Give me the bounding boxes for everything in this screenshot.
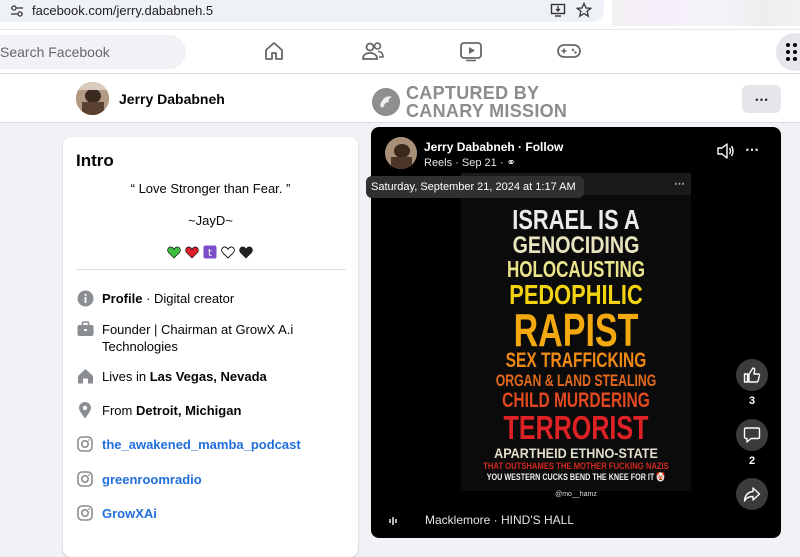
share-button[interactable]: [736, 478, 768, 510]
lives-in-link[interactable]: Las Vegas, Nevada: [150, 369, 267, 384]
detail-work-text: Founder | Chairman at GrowX A.i Technolo…: [102, 322, 294, 354]
watch-icon[interactable]: [457, 38, 485, 64]
friends-icon[interactable]: [359, 38, 387, 64]
poster-line: HOLOCAUSTING: [506, 256, 646, 282]
instagram-icon: [76, 504, 94, 522]
home-icon[interactable]: [260, 38, 288, 64]
reel-meta: Reels · Sep 21 · ⚭: [424, 156, 516, 169]
house-icon: [76, 367, 94, 385]
reel-more-button[interactable]: ⋯: [745, 141, 759, 158]
black-heart-icon: [239, 246, 253, 258]
reel-audio[interactable]: Macklemore · HIND'S HALL: [425, 513, 574, 527]
detail-profile: Profile · Digital creator: [76, 289, 346, 307]
white-heart-icon: [221, 246, 235, 259]
comment-count: 2: [748, 455, 756, 467]
detail-value: · Digital creator: [142, 291, 235, 306]
poster-line: THAT OUTSHAMES THE MOTHER FUCKING NAZIS: [483, 461, 669, 471]
like-button[interactable]: [736, 359, 768, 391]
profile-sticky-header: Jerry Dababneh ⋯: [0, 74, 800, 123]
bio-emojis: t: [167, 245, 253, 259]
site-settings-icon[interactable]: [10, 4, 24, 23]
green-heart-icon: [167, 246, 181, 258]
menu-grid-icon[interactable]: [776, 33, 800, 71]
poster-line: ORGAN & LAND STEALING: [495, 371, 657, 390]
bio-line-1: “ Love Stronger than Fear. ”: [130, 181, 291, 196]
reel-author[interactable]: Jerry Dababneh · Follow: [424, 140, 563, 154]
detail-label: From: [102, 403, 136, 418]
browser-toolbar: facebook.com/jerry.dababneh.5: [0, 0, 800, 30]
watermark-line-2: CANARY MISSION: [406, 101, 568, 121]
purple-box-icon: t: [203, 245, 217, 259]
detail-instagram-2: greenroomradio: [76, 470, 346, 488]
red-heart-icon: [185, 246, 199, 258]
avatar[interactable]: [76, 82, 109, 115]
address-bar[interactable]: facebook.com/jerry.dababneh.5: [0, 0, 604, 22]
detail-label: Lives in: [102, 369, 150, 384]
like-count: 3: [748, 395, 756, 407]
audio-wave-icon: [387, 515, 399, 530]
sound-icon[interactable]: [717, 143, 735, 164]
poster-line: TERRORIST: [503, 409, 649, 446]
extensions-area: [612, 0, 800, 26]
poster-line: ISRAEL IS A: [512, 204, 640, 235]
poster-handle: @mo__hamz: [555, 491, 597, 498]
detail-lives-in: Lives in Las Vegas, Nevada: [76, 367, 346, 385]
detail-instagram-1: the_awakened_mamba_podcast: [76, 435, 346, 453]
search-input[interactable]: [0, 35, 186, 69]
divider: [76, 269, 346, 270]
install-app-icon[interactable]: [550, 2, 566, 23]
svg-text:t: t: [208, 248, 212, 259]
reel-video[interactable]: ISRAEL IS A GENOCIDING HOLOCAUSTING PEDO…: [461, 173, 691, 498]
briefcase-icon: [76, 320, 94, 338]
detail-label: Profile: [102, 291, 143, 306]
avatar[interactable]: [385, 137, 417, 169]
instagram-icon: [76, 470, 94, 488]
intro-card: Intro “ Love Stronger than Fear. ” ~JayD…: [63, 137, 358, 557]
more-options-button[interactable]: ⋯: [742, 85, 781, 113]
url-text[interactable]: facebook.com/jerry.dababneh.5: [32, 3, 213, 18]
instagram-icon: [76, 435, 94, 453]
intro-title: Intro: [76, 151, 114, 170]
reel-meta-text: Reels · Sep 21 ·: [424, 157, 504, 169]
comment-button[interactable]: [736, 419, 768, 451]
globe-icon: ⚭: [506, 157, 516, 169]
info-icon: [76, 289, 94, 307]
video-more-button[interactable]: ⋯: [674, 177, 685, 190]
instagram-link[interactable]: the_awakened_mamba_podcast: [102, 435, 301, 453]
poster-line: RAPIST: [513, 304, 639, 356]
facebook-top-nav: [0, 30, 800, 74]
hometown-link[interactable]: Detroit, Michigan: [136, 403, 241, 418]
bio-line-2: ~JayD~: [188, 213, 233, 228]
poster-line: YOU WESTERN CUCKS BEND THE KNEE FOR IT 🤡: [486, 472, 666, 482]
profile-name[interactable]: Jerry Dababneh: [119, 91, 225, 107]
poster-line: SEX TRAFFICKING: [505, 349, 647, 372]
timestamp-tooltip: Saturday, September 21, 2024 at 1:17 AM: [366, 176, 584, 198]
detail-work: Founder | Chairman at GrowX A.i Technolo…: [76, 320, 346, 355]
instagram-link[interactable]: GrowXAi: [102, 504, 157, 522]
canary-mission-logo: [372, 88, 400, 116]
gaming-icon[interactable]: [555, 38, 583, 64]
bookmark-star-icon[interactable]: [575, 1, 593, 23]
location-pin-icon: [76, 401, 94, 419]
detail-from: From Detroit, Michigan: [76, 401, 346, 419]
poster-line: GENOCIDING: [512, 232, 640, 259]
poster-line: APARTHEID ETHNO-STATE: [494, 445, 658, 461]
poster-line: CHILD MURDERING: [502, 389, 650, 412]
instagram-link[interactable]: greenroomradio: [102, 470, 202, 488]
detail-instagram-3: GrowXAi: [76, 504, 346, 522]
